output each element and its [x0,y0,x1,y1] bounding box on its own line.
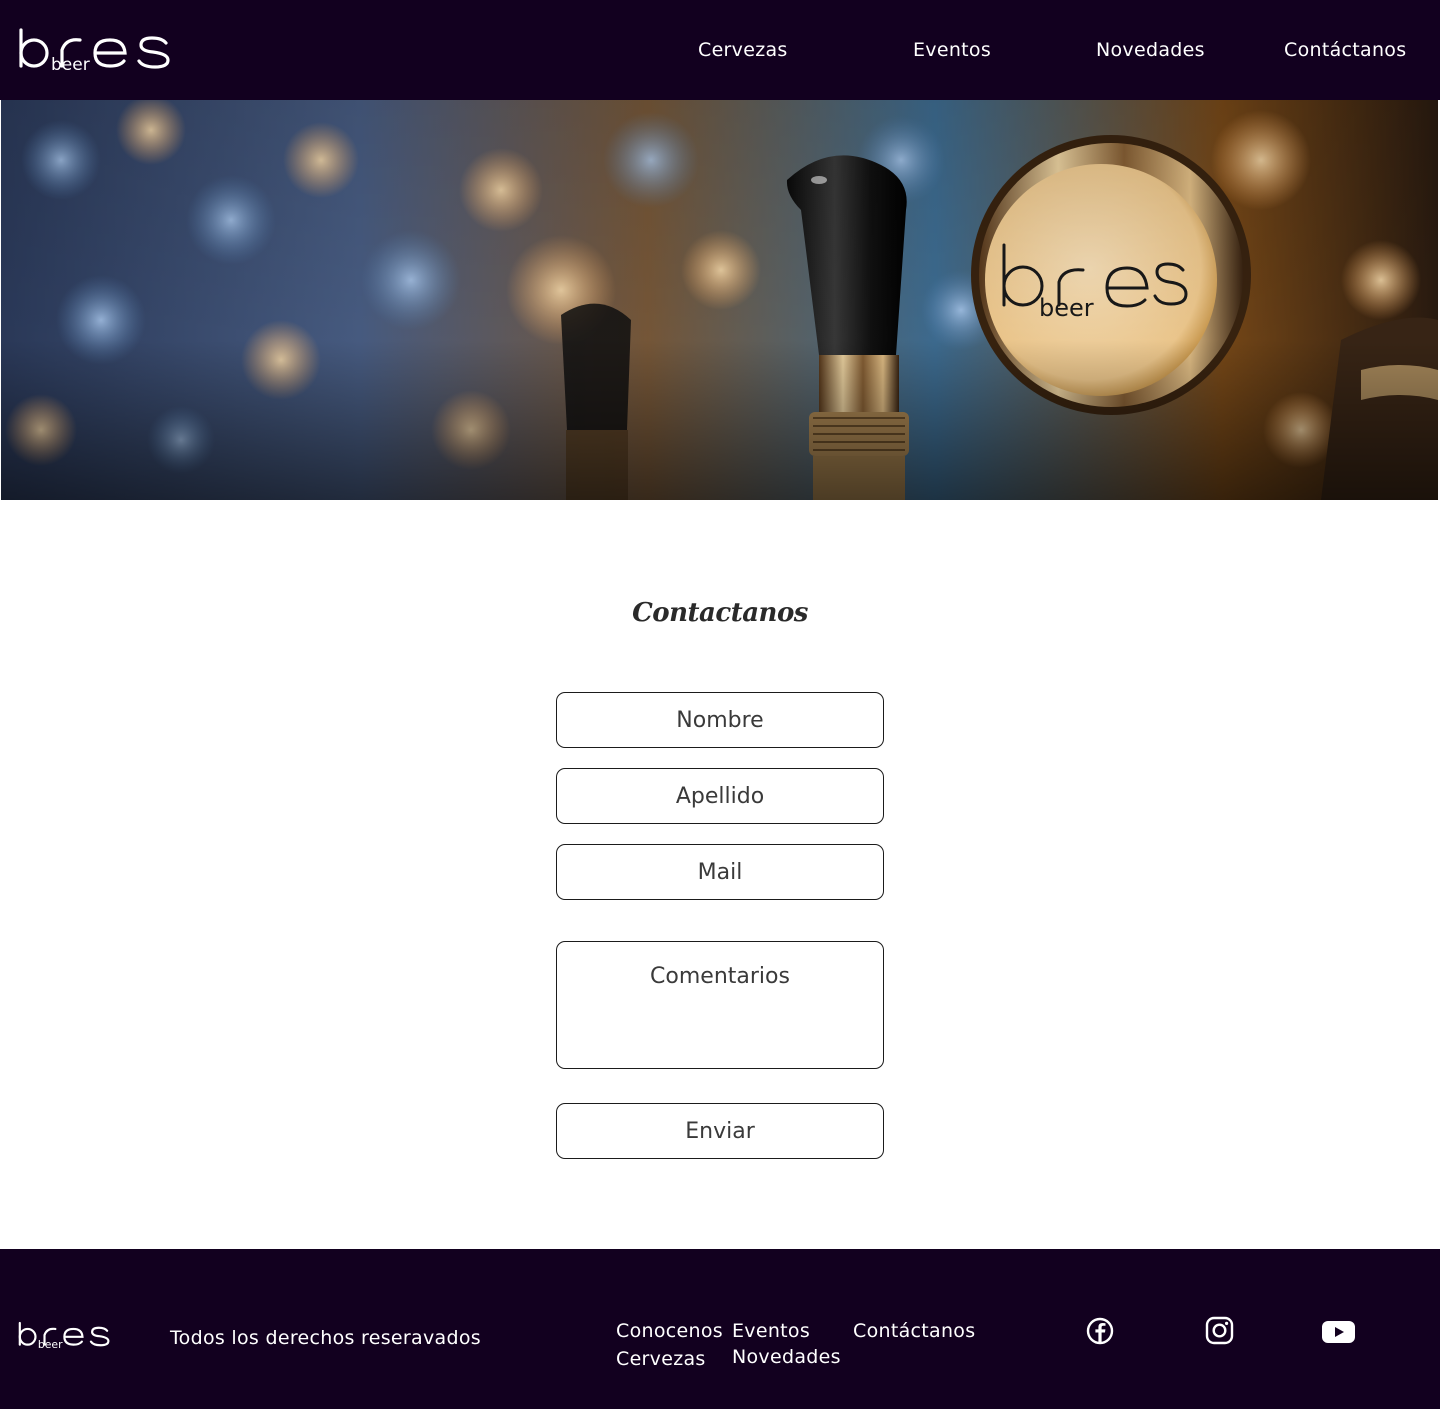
footer-link-conocenos[interactable]: Conocenos [616,1320,723,1342]
instagram-icon[interactable] [1205,1316,1234,1345]
nav-contactanos[interactable]: Contáctanos [1284,39,1406,61]
hero-banner: beer [1,100,1438,500]
facebook-icon[interactable] [1086,1317,1114,1345]
contact-title: Contactanos [632,598,808,628]
logo-sub-text: beer [38,1338,63,1351]
bres-beer-logo-icon: beer [19,28,170,75]
site-footer: beer Todos los derechos reseravados Cono… [0,1249,1440,1409]
logo-sub-text: beer [51,55,90,74]
beer-tap-photo: beer [1,100,1438,500]
enviar-button[interactable]: Enviar [556,1103,884,1159]
copyright-text: Todos los derechos reseravados [170,1327,481,1349]
header-logo[interactable]: beer [18,26,174,75]
nav-novedades[interactable]: Novedades [1096,39,1205,61]
nav-cervezas[interactable]: Cervezas [698,39,788,61]
nombre-input[interactable] [556,692,884,748]
bres-beer-logo-icon: beer [18,1321,110,1351]
footer-link-cervezas[interactable]: Cervezas [616,1348,706,1370]
footer-link-contactanos[interactable]: Contáctanos [853,1320,975,1342]
youtube-icon[interactable] [1322,1321,1355,1343]
apellido-input[interactable] [556,768,884,824]
footer-link-eventos[interactable]: Eventos [732,1320,810,1342]
comentarios-textarea[interactable] [556,941,884,1069]
mail-input[interactable] [556,844,884,900]
footer-logo[interactable]: beer [18,1319,112,1351]
footer-link-novedades[interactable]: Novedades [732,1346,841,1368]
nav-eventos[interactable]: Eventos [913,39,991,61]
site-header: beer Cervezas Eventos Novedades Contácta… [0,0,1440,100]
